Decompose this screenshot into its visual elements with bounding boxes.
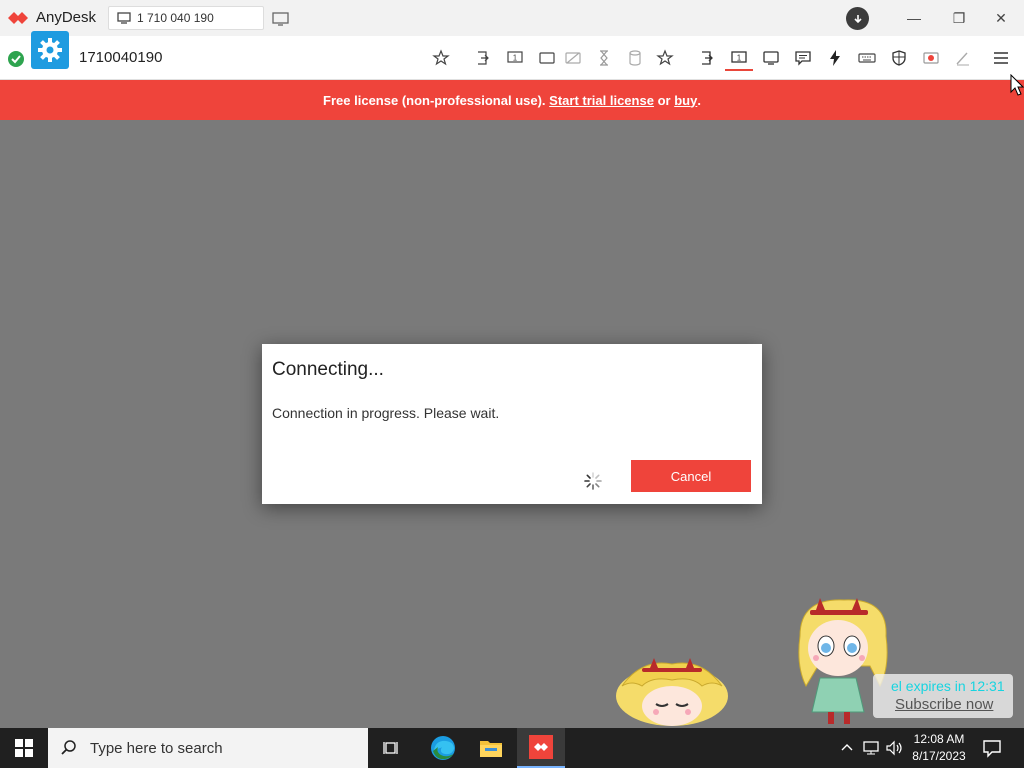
banner-text: Free license (non-professional use). <box>323 92 550 108</box>
cartoon-character-sleeping-icon <box>616 658 728 726</box>
dialog-message: Connection in progress. Please wait. <box>272 405 500 421</box>
settings-gear-button[interactable] <box>31 31 69 69</box>
anydesk-taskbar-button[interactable] <box>517 728 565 768</box>
chevron-up-icon[interactable] <box>837 738 857 758</box>
edge-browser-icon <box>431 736 455 760</box>
subscribe-link[interactable]: Subscribe now <box>895 696 993 713</box>
exit-icon[interactable] <box>473 48 493 68</box>
database-icon[interactable] <box>625 48 645 68</box>
anydesk-logo-icon <box>8 12 28 24</box>
lightning-icon[interactable] <box>825 48 845 68</box>
folder-icon <box>480 741 502 757</box>
remote-id: 1710040190 <box>79 49 163 66</box>
session-tab[interactable]: 1 710 040 190 <box>108 6 264 30</box>
trial-expiry-text: el expires in 12:31 <box>891 678 1005 694</box>
window-icon[interactable] <box>537 48 557 68</box>
connection-status-icon <box>8 51 24 67</box>
restore-button[interactable]: ❐ <box>948 8 970 28</box>
license-banner: Free license (non-professional use). Sta… <box>0 80 1024 120</box>
clock-date: 8/17/2023 <box>912 749 966 763</box>
edge-taskbar-button[interactable] <box>419 728 467 768</box>
hourglass-icon[interactable] <box>594 48 614 68</box>
monitor-1-icon-active[interactable]: 1 <box>729 48 749 68</box>
keyboard-icon[interactable] <box>857 48 877 68</box>
chat-icon[interactable] <box>793 48 813 68</box>
close-button[interactable]: ✕ <box>990 8 1012 28</box>
record-icon[interactable] <box>921 48 941 68</box>
pen-icon[interactable] <box>953 48 973 68</box>
gear-icon <box>38 38 62 62</box>
banner-or-text: or <box>653 92 675 108</box>
network-icon[interactable] <box>861 738 881 758</box>
loading-spinner-icon <box>584 472 602 490</box>
hidden-screen-icon[interactable] <box>563 48 583 68</box>
clock-time: 12:08 AM <box>913 732 965 746</box>
connecting-dialog: Connecting... Connection in progress. Pl… <box>262 344 762 504</box>
arrow-down-icon <box>853 14 862 23</box>
app-name: AnyDesk <box>36 9 97 26</box>
display-icon[interactable] <box>761 48 781 68</box>
taskbar-search[interactable] <box>48 728 368 768</box>
star-icon-2[interactable] <box>655 48 675 68</box>
active-indicator <box>725 69 753 71</box>
svg-text:1: 1 <box>513 54 518 63</box>
volume-icon[interactable] <box>884 738 904 758</box>
notification-icon[interactable] <box>980 736 1004 760</box>
dialog-title: Connecting... <box>272 359 384 380</box>
system-clock[interactable]: 12:08 AM 8/17/2023 <box>906 731 972 765</box>
promo-overlay: el expires in 12:31 Subscribe now <box>873 674 1013 718</box>
title-bar: AnyDesk 1 710 040 190 — ❐ ✕ <box>0 0 1024 36</box>
banner-period: . <box>697 92 701 108</box>
menu-icon[interactable] <box>991 48 1011 68</box>
svg-text:1: 1 <box>737 54 742 63</box>
minimize-button[interactable]: — <box>903 8 925 28</box>
buy-link[interactable]: buy <box>674 93 697 108</box>
start-trial-link[interactable]: Start trial license <box>549 93 654 108</box>
star-icon[interactable] <box>431 48 451 68</box>
shield-icon[interactable] <box>889 48 909 68</box>
new-session-icon[interactable] <box>272 11 290 27</box>
anydesk-app-icon <box>529 735 553 759</box>
cancel-button[interactable]: Cancel <box>631 460 751 492</box>
monitor-1-icon[interactable]: 1 <box>505 48 525 68</box>
mouse-cursor-icon <box>1010 74 1024 96</box>
file-explorer-taskbar-button[interactable] <box>467 728 515 768</box>
task-view-button[interactable] <box>368 728 416 768</box>
search-icon <box>61 740 76 755</box>
download-button[interactable] <box>846 7 869 30</box>
monitor-icon <box>117 12 131 24</box>
search-input[interactable] <box>88 738 358 758</box>
start-button[interactable] <box>0 728 48 768</box>
windows-taskbar: 12:08 AM 8/17/2023 <box>0 728 1024 768</box>
tab-label: 1 710 040 190 <box>137 11 214 25</box>
task-view-icon <box>383 742 398 754</box>
windows-logo-icon <box>15 739 33 757</box>
exit-icon-2[interactable] <box>697 48 717 68</box>
